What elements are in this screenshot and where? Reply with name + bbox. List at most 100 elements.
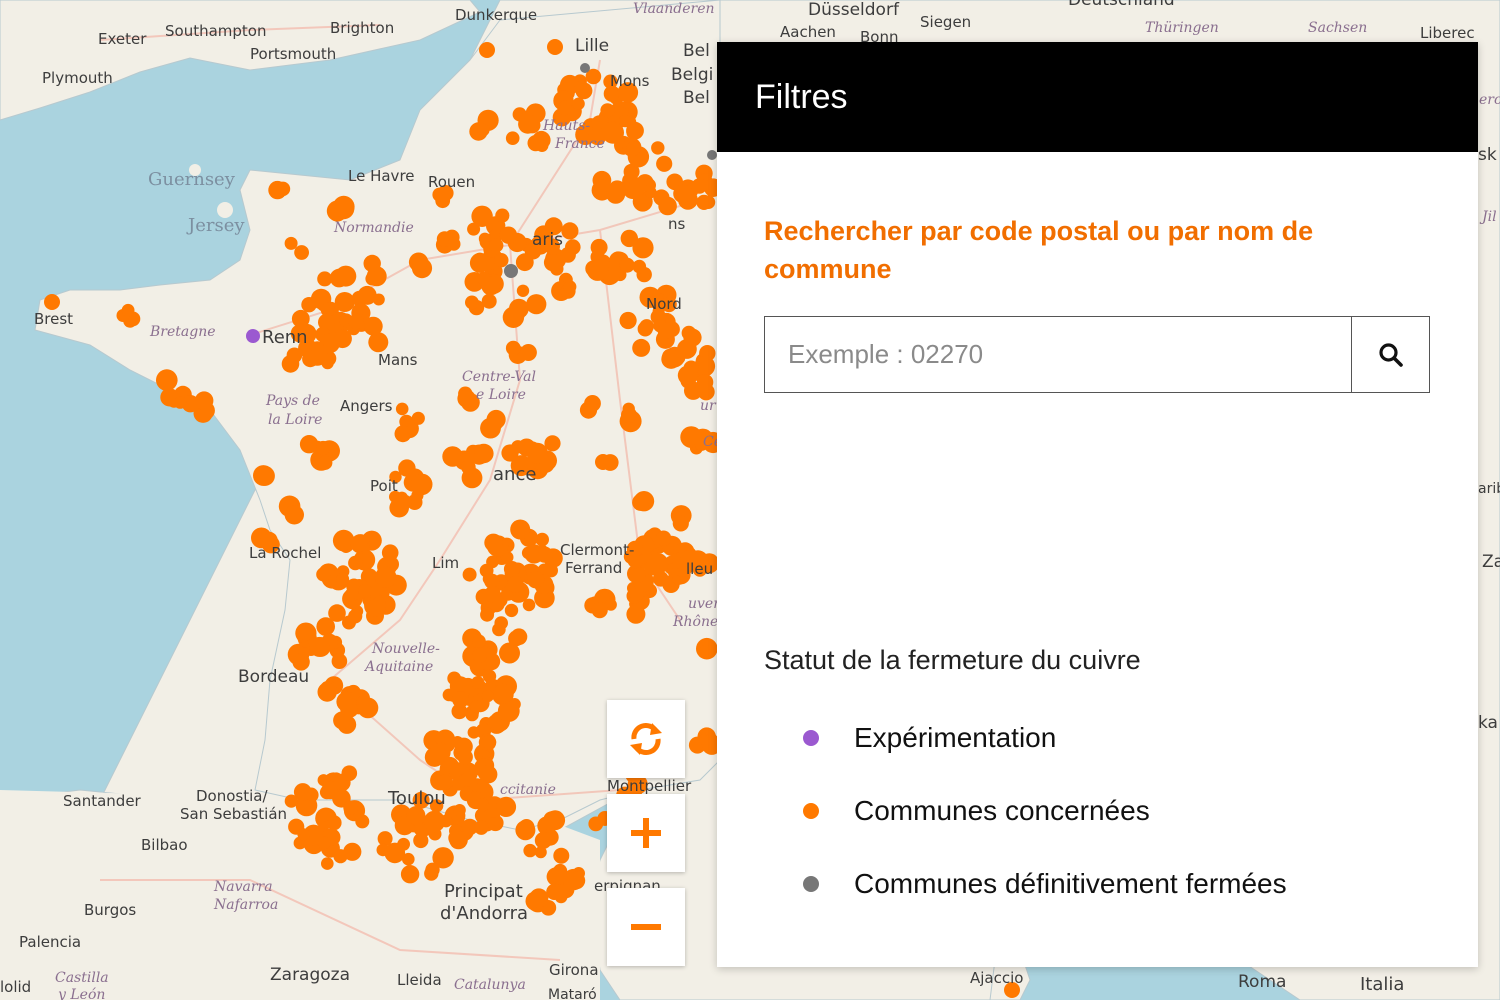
commune-marker [343,800,358,815]
label-jersey: Jersey [186,215,245,236]
commune-marker [474,443,494,464]
label-nouvelle1: Nouvelle- [371,641,440,657]
commune-marker [332,195,355,218]
label-france: ance [493,464,536,485]
legend-item-experimentation[interactable]: Expérimentation [803,722,1056,754]
commune-marker [632,338,651,357]
commune-marker [284,236,298,250]
label-nouvelle2: Aquitaine [363,659,433,675]
commune-marker [474,820,489,835]
label-girona: Girona [549,961,599,979]
search-button[interactable] [1351,317,1429,392]
label-lleu: lleu [686,560,713,578]
commune-marker [333,711,352,730]
commune-marker [489,238,504,253]
commune-marker [479,765,498,784]
commune-marker [527,135,544,152]
commune-marker [341,765,358,781]
label-southampton: Southampton [165,22,266,40]
commune-marker [294,245,309,260]
commune-marker [523,843,537,858]
commune-marker [553,847,570,864]
commune-marker [494,253,509,268]
commune-marker [299,435,319,454]
commune-marker [493,683,514,704]
commune-marker [516,284,530,297]
label-plymouth: Plymouth [42,69,113,87]
label-valladolid: lolid [0,978,31,996]
label-brest: Brest [34,310,73,328]
commune-marker [502,306,525,328]
label-ka: ka [1478,713,1498,733]
commune-marker [302,350,319,368]
commune-marker [470,700,483,713]
label-pays1: Pays de [265,393,320,409]
commune-marker [469,252,490,273]
commune-marker [626,141,641,156]
commune-marker [318,455,333,470]
commune-marker [503,561,521,578]
commune-marker [591,602,608,619]
legend-item-closed[interactable]: Communes définitivement fermées [803,868,1287,900]
label-lemans: Mans [378,351,418,369]
legend-dot-grey [803,876,819,892]
legend-item-concerned[interactable]: Communes concernées [803,795,1150,827]
commune-marker [534,846,547,859]
label-clermont2: Ferrand [565,559,622,577]
refresh-icon [630,723,662,755]
commune-marker [363,316,383,336]
commune-marker [286,347,303,364]
closed-commune [580,63,590,73]
commune-marker [480,607,495,622]
commune-marker [651,141,665,155]
commune-marker [348,555,363,571]
search-box [764,316,1430,393]
legend-label: Expérimentation [854,722,1057,753]
commune-marker [423,810,446,833]
zoom-out-button[interactable] [607,888,685,966]
commune-marker [656,155,673,172]
commune-marker [348,609,363,624]
commune-marker [586,259,609,281]
commune-marker [546,867,566,887]
commune-marker [357,697,379,719]
commune-marker [447,237,461,251]
zoom-in-button[interactable] [607,794,685,872]
label-bilbao: Bilbao [141,836,188,854]
commune-marker [334,534,352,551]
commune-marker [563,280,577,294]
refresh-button[interactable] [607,700,685,778]
commune-marker [384,842,406,864]
commune-marker [673,184,692,203]
label-castilla2: y León [57,987,105,1000]
commune-marker [526,442,548,464]
closed-commune [707,150,717,160]
legend-title: Statut de la fermeture du cuivre [764,645,1141,675]
commune-marker [411,411,425,425]
commune-marker [501,444,519,462]
commune-marker [316,567,331,582]
panel-header: Filtres [717,42,1478,152]
commune-marker [527,571,545,589]
label-portsmouth: Portsmouth [250,45,336,63]
commune-marker [425,862,440,877]
commune-marker [299,626,313,641]
label-centre1: Centre-Val [462,369,536,385]
commune-marker [655,530,672,546]
commune-marker [194,391,214,411]
label-toulouse: Toulou [387,788,446,809]
commune-marker [453,804,466,817]
label-dunkerque: Dunkerque [455,6,537,24]
label-navarra2: Nafarroa [213,897,278,913]
commune-marker [412,257,427,272]
communes-experiment [246,329,260,343]
commune-marker [543,253,562,272]
commune-marker [467,726,480,739]
label-hauts: Hauts- [542,118,590,134]
search-input[interactable] [765,317,1351,392]
label-dusseldorf: Düsseldorf [808,0,900,20]
label-ero: ero [1479,92,1500,108]
commune-marker [481,293,497,309]
label-normandie: Normandie [333,220,414,236]
commune-marker [696,194,712,210]
